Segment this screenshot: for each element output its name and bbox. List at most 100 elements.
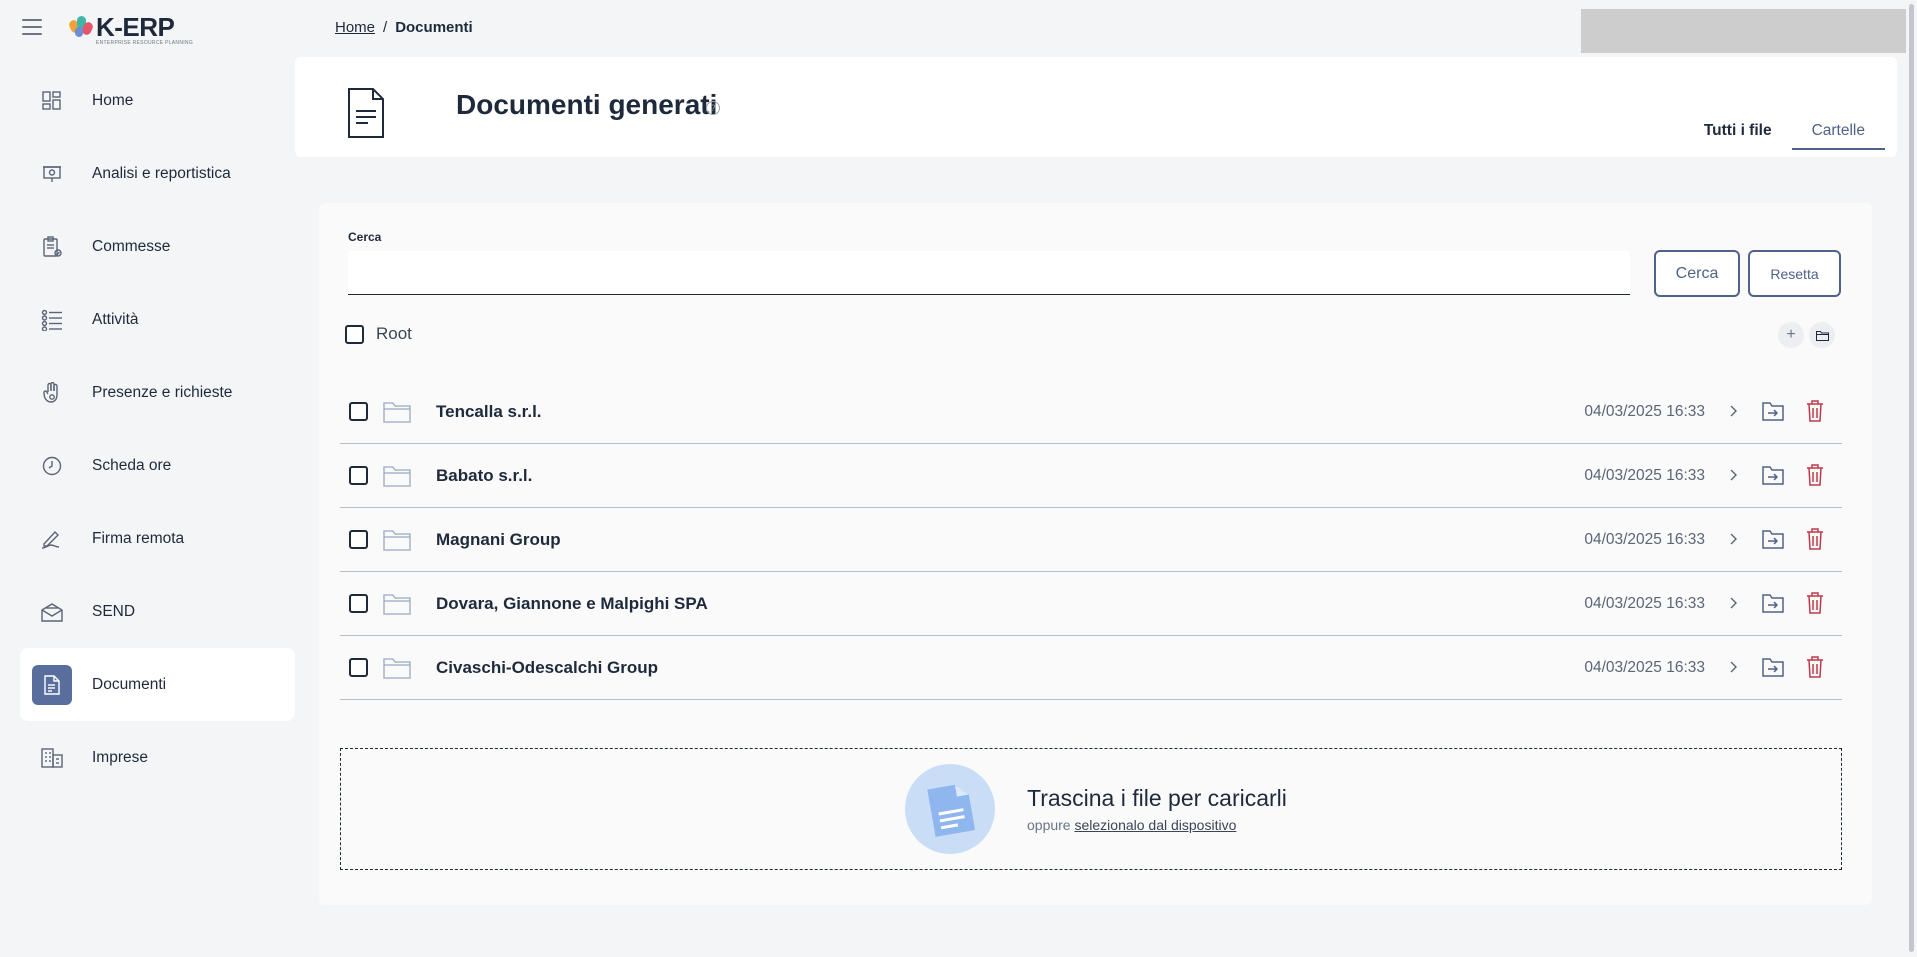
logo-mark-icon — [67, 14, 95, 40]
sidebar: K-ERP ENTERPRISE RESOURCE PLANNING Home … — [0, 0, 296, 957]
trash-icon[interactable] — [1805, 399, 1825, 423]
sidebar-item-label: Firma remota — [92, 529, 185, 547]
move-to-folder-icon[interactable] — [1761, 655, 1785, 679]
document-icon — [32, 664, 72, 705]
folder-list: Tencalla s.r.l. 04/03/2025 16:33 Babato … — [340, 380, 1842, 700]
sidebar-item-firma-remota[interactable]: Firma remota — [20, 502, 295, 575]
page-title: Documenti generati — [456, 89, 718, 120]
documents-panel: Cerca Cerca Resetta Root + Tencalla s.r.… — [319, 203, 1872, 905]
user-area-placeholder[interactable] — [1581, 9, 1906, 53]
dashboard-icon — [36, 85, 68, 117]
chevron-right-icon[interactable] — [1728, 465, 1738, 485]
page-scrollbar[interactable] — [1906, 0, 1917, 957]
clipboard-check-icon — [36, 231, 68, 263]
sidebar-item-label: Scheda ore — [92, 456, 172, 474]
tab-tutti-i-file[interactable]: Tutti i file — [1684, 114, 1792, 150]
hand-gesture-icon — [36, 377, 68, 409]
sidebar-item-label: Home — [92, 91, 134, 109]
chevron-right-icon[interactable] — [1728, 529, 1738, 549]
folder-name[interactable]: Dovara, Giannone e Malpighi SPA — [436, 594, 708, 614]
help-icon[interactable]: ? — [706, 101, 720, 115]
reset-button[interactable]: Resetta — [1748, 250, 1841, 297]
sidebar-item-label: Imprese — [92, 748, 148, 766]
table-row[interactable]: Magnani Group 04/03/2025 16:33 — [340, 508, 1842, 572]
sidebar-item-home[interactable]: Home — [20, 64, 295, 137]
scrollbar-thumb[interactable] — [1909, 4, 1914, 952]
trash-icon[interactable] — [1805, 591, 1825, 615]
sidebar-item-label: Analisi e reportistica — [92, 164, 231, 182]
chevron-right-icon[interactable] — [1728, 593, 1738, 613]
folder-icon — [1815, 330, 1829, 341]
breadcrumb: Home / Documenti — [335, 19, 473, 36]
folder-icon — [383, 594, 411, 615]
table-row[interactable]: Tencalla s.r.l. 04/03/2025 16:33 — [340, 380, 1842, 444]
table-row[interactable]: Civaschi-Odescalchi Group 04/03/2025 16:… — [340, 636, 1842, 700]
folder-date: 04/03/2025 16:33 — [1584, 531, 1705, 548]
folder-date: 04/03/2025 16:33 — [1584, 659, 1705, 676]
sidebar-item-commesse[interactable]: Commesse — [20, 210, 295, 283]
move-to-folder-icon[interactable] — [1761, 591, 1785, 615]
open-folder-button[interactable] — [1809, 322, 1835, 348]
view-tabs: Tutti i file Cartelle — [1684, 114, 1885, 150]
add-folder-button[interactable]: + — [1778, 322, 1804, 348]
checklist-icon — [36, 304, 68, 336]
page-header: Documenti generati ? Tutti i file Cartel… — [295, 57, 1897, 157]
row-checkbox[interactable] — [349, 466, 368, 485]
table-row[interactable]: Dovara, Giannone e Malpighi SPA 04/03/20… — [340, 572, 1842, 636]
sidebar-item-label: Attività — [92, 310, 139, 328]
sidebar-item-attivita[interactable]: Attività — [20, 283, 295, 356]
sidebar-item-analisi[interactable]: Analisi e reportistica — [20, 137, 295, 210]
sidebar-item-label: Commesse — [92, 237, 171, 255]
plus-icon: + — [1786, 326, 1796, 343]
dropzone-title: Trascina i file per caricarli — [1027, 785, 1287, 811]
row-checkbox[interactable] — [349, 402, 368, 421]
row-checkbox[interactable] — [349, 658, 368, 677]
search-label: Cerca — [348, 230, 382, 244]
folder-icon — [383, 658, 411, 679]
row-checkbox[interactable] — [349, 530, 368, 549]
sidebar-item-documenti[interactable]: Documenti — [20, 648, 295, 721]
sidebar-item-presenze[interactable]: Presenze e richieste — [20, 356, 295, 429]
folder-name[interactable]: Magnani Group — [436, 530, 561, 550]
logo[interactable]: K-ERP ENTERPRISE RESOURCE PLANNING — [67, 12, 193, 46]
sidebar-item-scheda-ore[interactable]: Scheda ore — [20, 429, 295, 502]
root-row: Root — [345, 324, 412, 344]
folder-date: 04/03/2025 16:33 — [1584, 403, 1705, 420]
tab-cartelle[interactable]: Cartelle — [1791, 114, 1885, 150]
chevron-right-icon[interactable] — [1728, 657, 1738, 677]
sidebar-header: K-ERP ENTERPRISE RESOURCE PLANNING — [0, 0, 296, 56]
move-to-folder-icon[interactable] — [1761, 527, 1785, 551]
sidebar-item-send[interactable]: SEND — [20, 575, 295, 648]
breadcrumb-home-link[interactable]: Home — [335, 19, 375, 36]
folder-icon — [383, 402, 411, 423]
root-checkbox[interactable] — [345, 324, 364, 344]
root-label: Root — [376, 324, 412, 343]
file-dropzone[interactable]: Trascina i file per caricarli oppure sel… — [340, 748, 1842, 870]
dropzone-subtitle: oppure selezionalo dal dispositivo — [1027, 817, 1236, 833]
envelope-icon — [36, 596, 68, 628]
row-checkbox[interactable] — [349, 594, 368, 613]
presentation-icon — [36, 158, 68, 190]
hamburger-menu-icon[interactable] — [22, 19, 42, 35]
folder-name[interactable]: Babato s.r.l. — [436, 466, 532, 486]
move-to-folder-icon[interactable] — [1761, 463, 1785, 487]
search-button[interactable]: Cerca — [1654, 250, 1740, 297]
trash-icon[interactable] — [1805, 655, 1825, 679]
search-input[interactable] — [348, 251, 1630, 295]
sidebar-item-label: Presenze e richieste — [92, 383, 233, 401]
table-row[interactable]: Babato s.r.l. 04/03/2025 16:33 — [340, 444, 1842, 508]
logo-text: K-ERP — [96, 12, 175, 42]
document-icon — [347, 87, 385, 144]
folder-date: 04/03/2025 16:33 — [1584, 595, 1705, 612]
sidebar-item-label: Documenti — [92, 675, 167, 693]
sidebar-item-imprese[interactable]: Imprese — [20, 721, 295, 794]
folder-name[interactable]: Civaschi-Odescalchi Group — [436, 658, 658, 678]
upload-document-icon — [905, 764, 995, 854]
move-to-folder-icon[interactable] — [1761, 399, 1785, 423]
select-from-device-link[interactable]: selezionalo dal dispositivo — [1074, 817, 1236, 833]
trash-icon[interactable] — [1805, 527, 1825, 551]
folder-name[interactable]: Tencalla s.r.l. — [436, 402, 542, 422]
chevron-right-icon[interactable] — [1728, 401, 1738, 421]
trash-icon[interactable] — [1805, 463, 1825, 487]
folder-icon — [383, 466, 411, 487]
